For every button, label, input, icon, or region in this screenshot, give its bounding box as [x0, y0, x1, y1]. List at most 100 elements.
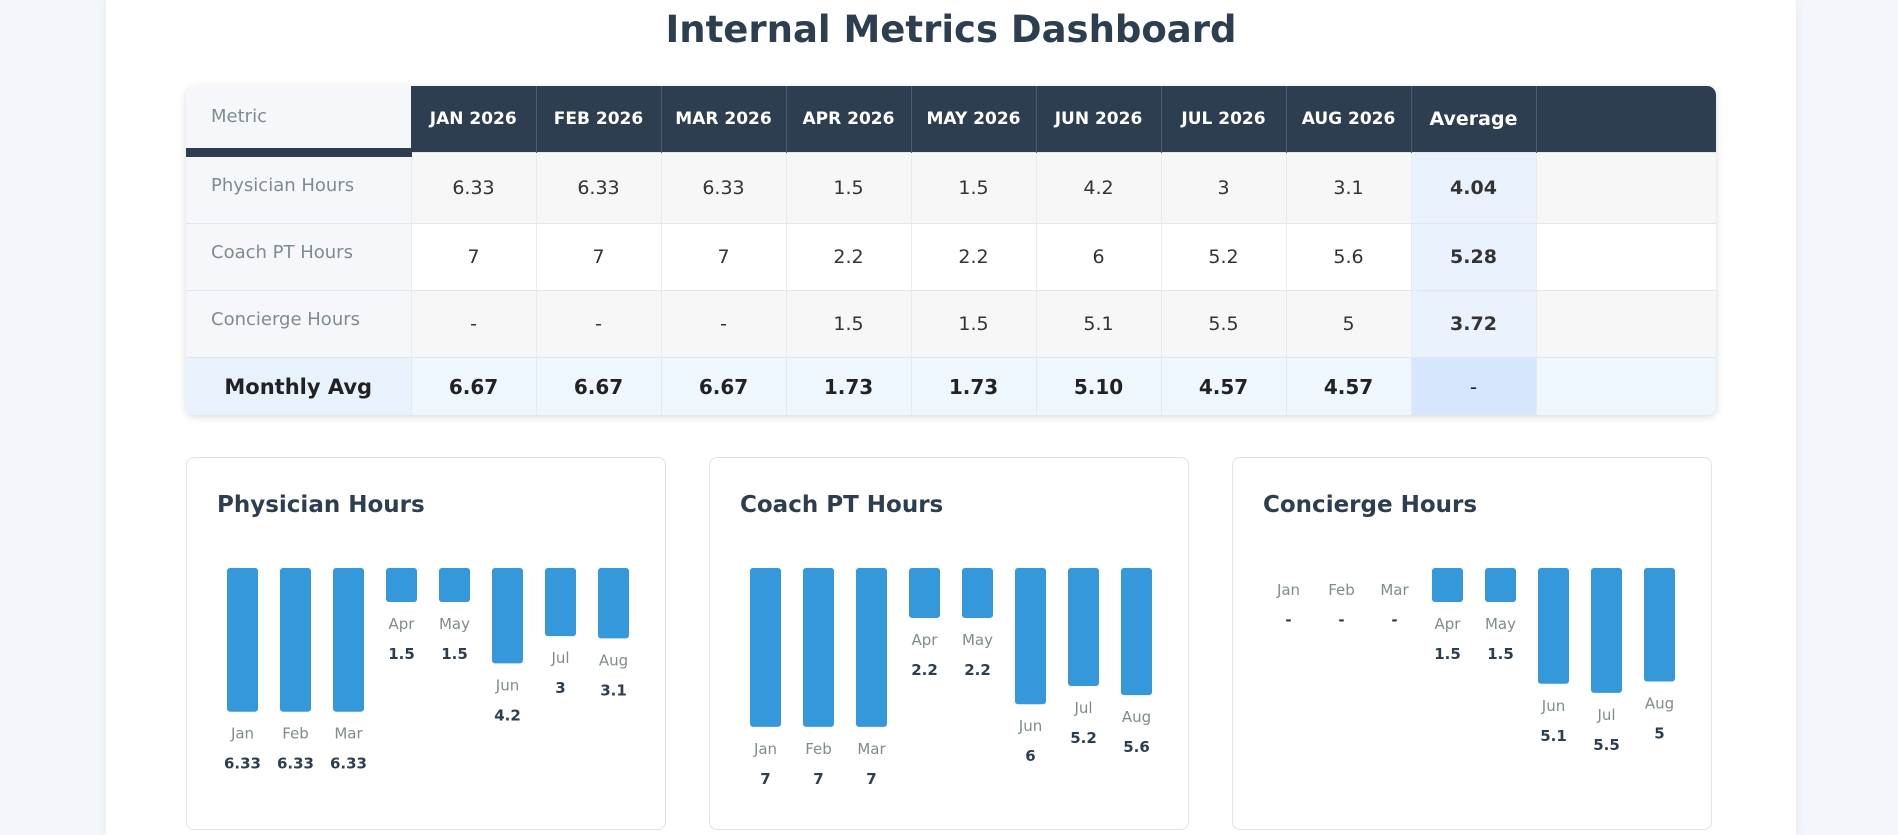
bar [545, 568, 576, 637]
value-label: 5 [1654, 725, 1664, 743]
month-column-header: MAY 2026 [911, 86, 1037, 153]
table-cell: 7 [536, 223, 662, 291]
value-label: 5.2 [1070, 729, 1097, 747]
row-label: Concierge Hours [186, 290, 412, 358]
month-label: Mar [1380, 581, 1409, 599]
table-cell: - [661, 290, 787, 358]
value-label: 6 [1025, 747, 1035, 765]
table-cell: 5.1 [1036, 290, 1162, 358]
month-column-header: JUL 2026 [1161, 86, 1287, 153]
bar [856, 568, 887, 727]
table-row: Concierge Hours - - - 1.5 1.5 5.1 5.5 5 … [186, 290, 1716, 358]
value-label: 5.6 [1123, 738, 1150, 756]
month-column-header: FEB 2026 [536, 86, 662, 153]
value-label: 2.2 [964, 661, 991, 679]
value-label: 3 [555, 679, 565, 697]
value-label: - [1391, 611, 1397, 629]
month-label: Feb [1328, 581, 1355, 599]
table-cell: 2.2 [911, 223, 1037, 291]
concierge-hours-bar-chart: Jan - Feb - Mar - Apr 1.5 May 1.5 Jun 5.1 Jul 5.5 Aug 5 [1276, 568, 1675, 754]
table-cell: 6.33 [411, 152, 537, 224]
month-label: Mar [334, 725, 363, 743]
bar [1538, 568, 1569, 684]
metrics-table-card: Metric JAN 2026 FEB 2026 MAR 2026 APR 20… [186, 86, 1716, 415]
monthly-avg-cell: 1.73 [911, 357, 1037, 415]
bar [227, 568, 258, 712]
concierge-hours-chart-card: Concierge Hours Jan - Feb - Mar - Apr 1.5 May 1.5… [1232, 457, 1712, 830]
footer-spacer [1536, 357, 1716, 415]
bar [280, 568, 311, 712]
value-label: 7 [813, 770, 823, 788]
table-cell: 2.2 [786, 223, 912, 291]
bar [909, 568, 940, 618]
bar [750, 568, 781, 727]
bar [1015, 568, 1046, 705]
month-column-header: AUG 2026 [1286, 86, 1412, 153]
table-cell: 5 [1286, 290, 1412, 358]
month-label: Jan [230, 725, 254, 743]
value-label: 1.5 [1487, 645, 1514, 663]
physician-hours-chart-card: Physician Hours Jan 6.33 Feb 6.33 Mar 6.33 Apr… [186, 457, 666, 830]
coach-pt-hours-chart-card: Coach PT Hours Jan 7 Feb 7 Mar 7 Apr 2.2 May 2.2 J… [709, 457, 1189, 830]
value-label: 1.5 [388, 645, 415, 663]
value-label: 4.2 [494, 706, 521, 724]
month-label: Jul [1073, 699, 1092, 717]
bar [439, 568, 470, 603]
bar [1644, 568, 1675, 682]
header-spacer [1536, 86, 1716, 153]
value-label: 3.1 [600, 681, 627, 699]
table-cell: 7 [411, 223, 537, 291]
monthly-avg-cell: 5.10 [1036, 357, 1162, 415]
table-cell: 4.2 [1036, 152, 1162, 224]
monthly-avg-cell: 4.57 [1286, 357, 1412, 415]
monthly-avg-cell: 1.73 [786, 357, 912, 415]
month-label: Aug [599, 651, 628, 669]
monthly-avg-label: Monthly Avg [186, 357, 412, 415]
value-label: 7 [866, 770, 876, 788]
month-label: Aug [1645, 695, 1674, 713]
month-label: Feb [805, 740, 832, 758]
bar [962, 568, 993, 618]
coach-pt-hours-bar-chart: Jan 7 Feb 7 Mar 7 Apr 2.2 May 2.2 Jun 6 Jul 5.2 Aug 5.6 [750, 568, 1152, 788]
row-label: Physician Hours [186, 152, 412, 224]
metrics-table: Metric JAN 2026 FEB 2026 MAR 2026 APR 20… [186, 86, 1716, 415]
metric-column-header: Metric [186, 86, 411, 157]
table-cell: 3 [1161, 152, 1287, 224]
bar [1068, 568, 1099, 687]
value-label: 5.5 [1593, 736, 1620, 754]
value-label: 2.2 [911, 661, 938, 679]
average-cell: 4.04 [1411, 152, 1537, 224]
table-cell: 6.33 [661, 152, 787, 224]
value-label: - [1338, 611, 1344, 629]
month-label: Jun [495, 676, 519, 694]
month-label: Jul [1596, 706, 1615, 724]
table-header-row: Metric JAN 2026 FEB 2026 MAR 2026 APR 20… [186, 86, 1716, 157]
value-label: 1.5 [1434, 645, 1461, 663]
month-column-header: APR 2026 [786, 86, 912, 153]
average-column-header: Average [1411, 86, 1537, 153]
value-label: 7 [760, 770, 770, 788]
value-label: 1.5 [441, 645, 468, 663]
month-label: Jan [753, 740, 777, 758]
table-cell: 5.5 [1161, 290, 1287, 358]
physician-hours-bar-chart: Jan 6.33 Feb 6.33 Mar 6.33 Apr 1.5 May 1.5 Jun 4.2 J… [224, 568, 629, 773]
month-label: Mar [857, 740, 886, 758]
bar [333, 568, 364, 712]
row-spacer [1536, 152, 1716, 224]
month-label: Aug [1122, 708, 1151, 726]
bar [598, 568, 629, 639]
table-cell: 7 [661, 223, 787, 291]
bar [386, 568, 417, 603]
table-cell: 1.5 [911, 290, 1037, 358]
average-cell: 5.28 [1411, 223, 1537, 291]
bar [1432, 568, 1463, 603]
page-title: Internal Metrics Dashboard [665, 8, 1237, 51]
table-cell: 3.1 [1286, 152, 1412, 224]
month-column-header: JUN 2026 [1036, 86, 1162, 153]
dashboard-page: Internal Metrics Dashboard Metric JAN 20… [106, 0, 1796, 835]
table-cell: 1.5 [911, 152, 1037, 224]
bar [803, 568, 834, 727]
bar [492, 568, 523, 664]
value-label: 5.1 [1540, 727, 1567, 745]
month-label: Apr [912, 631, 939, 649]
